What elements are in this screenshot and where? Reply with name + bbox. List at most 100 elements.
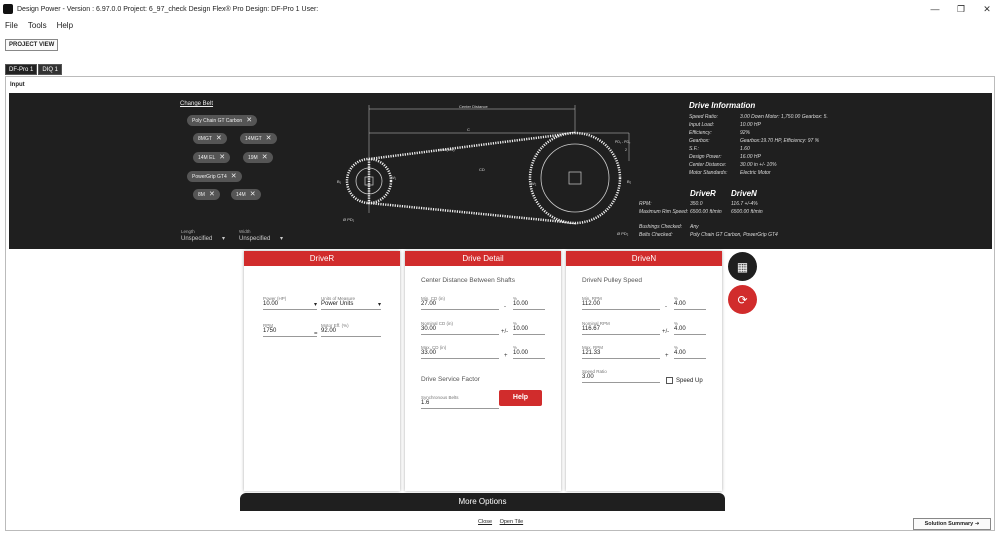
equals-sign: = (314, 331, 318, 337)
chip-label: 14M EL (198, 155, 216, 161)
min-cd-field[interactable]: Min. CD (in) 27.00 (421, 296, 499, 310)
close-window-button[interactable]: ✕ (974, 4, 1000, 15)
width-select[interactable]: Unspecified ▾ (239, 235, 283, 242)
chip-label: 14MGT (245, 136, 262, 142)
motor-eff-value: 92.00 (321, 328, 381, 337)
nominal-rpm-pct-field[interactable]: % 4.00 (674, 321, 706, 335)
cd-label: CD (479, 167, 485, 172)
min-rpm-field[interactable]: Min. RPM 112.00 (582, 296, 660, 310)
info-value: Electric Motor (740, 170, 771, 176)
min-cd-pct-field[interactable]: % 10.00 (513, 296, 545, 310)
refresh-button[interactable]: ⟳ (728, 285, 757, 314)
belt-chip-14mgt: 14MGT ✕ (240, 133, 277, 144)
units-value: Power Units ▾ (321, 301, 381, 310)
drive-detail-card: Drive Detail Center Distance Between Sha… (405, 251, 561, 491)
nominal-cd-field[interactable]: Nominal CD (in) 30.00 (421, 321, 499, 335)
info-value: 1.60 (740, 146, 750, 152)
chip-remove-icon[interactable]: ✕ (246, 117, 252, 124)
rim-speed-driven: 6500.00 ft/min (731, 209, 763, 215)
info-row: Input Load: 10.00 HP (689, 121, 828, 129)
plus-minus-sign: +/- (662, 329, 670, 335)
service-factor-field[interactable]: Synchronous Belts 1.6 (421, 395, 499, 409)
length-value: Unspecified (181, 236, 213, 242)
drive-overview-panel: Change Belt Poly Chain GT Carbon ✕ 8MGT ✕ … (9, 93, 992, 249)
min-rpm-pct-field[interactable]: % 4.00 (674, 296, 706, 310)
rpm-value: 1750 (263, 328, 317, 337)
nominal-cd-pct-field[interactable]: % 10.00 (513, 321, 545, 335)
chip-label: 19M (248, 155, 258, 161)
tab-df-pro-1[interactable]: DF-Pro 1 (5, 64, 38, 75)
chip-remove-icon[interactable]: ✕ (209, 191, 215, 198)
info-value: Gearbox:19.70 HP, Efficiency: 97 % (740, 138, 820, 144)
more-options-button[interactable]: More Options (240, 493, 725, 511)
pulley-speed-title: DriveN Pulley Speed (582, 277, 642, 284)
menu-help[interactable]: Help (52, 19, 78, 33)
center-distance-label: Center Distance (459, 104, 488, 109)
chevron-down-icon: ▾ (222, 236, 226, 242)
menu-tools[interactable]: Tools (23, 19, 52, 33)
max-cd-value: 33.00 (421, 350, 499, 359)
max-rpm-field[interactable]: Max. RPM 121.33 (582, 345, 660, 359)
max-cd-pct-field[interactable]: % 10.00 (513, 345, 545, 359)
info-key: Input Load: (689, 122, 715, 128)
driven-card: DriveN DriveN Pulley Speed Min. RPM 112.0… (566, 251, 722, 491)
close-link[interactable]: Close (478, 519, 492, 525)
chevron-down-icon: ▾ (313, 302, 317, 308)
speed-ratio-field[interactable]: Speed Ratio 3.00 (582, 369, 660, 383)
project-view-button[interactable]: PROJECT VIEW (5, 39, 59, 51)
info-row: Efficiency: 92% (689, 129, 828, 137)
power-text: 10.00 (263, 301, 279, 307)
info-row: S.F.: 1.60 (689, 145, 828, 153)
menu-file[interactable]: File (0, 19, 23, 33)
units-select[interactable]: Units of Measure Power Units ▾ (321, 296, 381, 310)
belt-chip-powergrip-gt4: PowerGrip GT4 ✕ (187, 171, 242, 182)
tab-diq-1[interactable]: DIQ 1 (38, 64, 63, 75)
restore-button[interactable]: ❐ (948, 4, 974, 15)
info-value: 3.00 Down Motor: 1,750.00 Gearbox: 5. (740, 114, 828, 120)
change-belt-link[interactable]: Change Belt (180, 101, 213, 107)
chevron-down-icon: ▾ (377, 302, 381, 308)
chip-remove-icon[interactable]: ✕ (262, 154, 268, 161)
help-button[interactable]: Help (499, 390, 542, 406)
info-key: Efficiency: (689, 130, 712, 136)
chip-label: 8MGT (198, 136, 212, 142)
service-factor-title: Drive Service Factor (421, 376, 480, 383)
max-rpm-pct-value: 4.00 (674, 350, 706, 359)
nominal-cd-pct-value: 10.00 (513, 326, 545, 335)
nominal-rpm-field[interactable]: Nominal RPM 116.67 (582, 321, 660, 335)
chip-remove-icon[interactable]: ✕ (219, 154, 225, 161)
max-rpm-pct-field[interactable]: % 4.00 (674, 345, 706, 359)
chip-label: Poly Chain GT Carbon (192, 118, 243, 124)
open-tile-link[interactable]: Open Tile (500, 519, 524, 525)
checkbox-box (666, 377, 673, 384)
chip-remove-icon[interactable]: ✕ (250, 191, 256, 198)
info-row: Speed Ratio: 3.00 Down Motor: 1,750.00 Ge… (689, 113, 828, 121)
pd-diff-denominator: 2 (625, 148, 627, 152)
info-value: 92% (740, 130, 751, 136)
rim-speed-label: Maximum Rim Speed: (639, 209, 689, 215)
speed-up-checkbox[interactable]: Speed Up (666, 377, 703, 384)
motor-eff-field[interactable]: Motor Eff. (%) 92.00 (321, 323, 381, 337)
plus-sign: + (504, 353, 508, 359)
rpm-field[interactable]: RPM 1750 (263, 323, 317, 337)
drive-information: Drive Information Speed Ratio: 3.00 Down … (689, 101, 828, 177)
chip-remove-icon[interactable]: ✕ (231, 173, 237, 180)
max-cd-field[interactable]: Max. CD (in) 33.00 (421, 345, 499, 359)
length-select[interactable]: Unspecified ▾ (181, 235, 225, 242)
solution-summary-button[interactable]: Solution Summary ➜ (913, 518, 991, 530)
info-key: S.F.: (689, 146, 699, 152)
belt-chip-poly-chain-gt-carbon: Poly Chain GT Carbon ✕ (187, 115, 258, 126)
power-field[interactable]: Power (HP) 10.00 ▾ (263, 296, 317, 310)
rim-speed-driver: 6500.00 ft/min (690, 209, 722, 215)
chip-remove-icon[interactable]: ✕ (266, 135, 272, 142)
chip-remove-icon[interactable]: ✕ (216, 135, 222, 142)
info-value: 16.00 HP (740, 154, 761, 160)
max-rpm-value: 121.33 (582, 350, 660, 359)
calculator-icon: ▦ (736, 259, 749, 274)
width-label: Width (239, 229, 251, 234)
plus-sign: + (665, 353, 669, 359)
minimize-button[interactable]: — (922, 4, 948, 14)
drive-information-title: Drive Information (689, 101, 756, 110)
chevron-down-icon: ▾ (280, 236, 284, 242)
calculator-button[interactable]: ▦ (728, 252, 757, 281)
